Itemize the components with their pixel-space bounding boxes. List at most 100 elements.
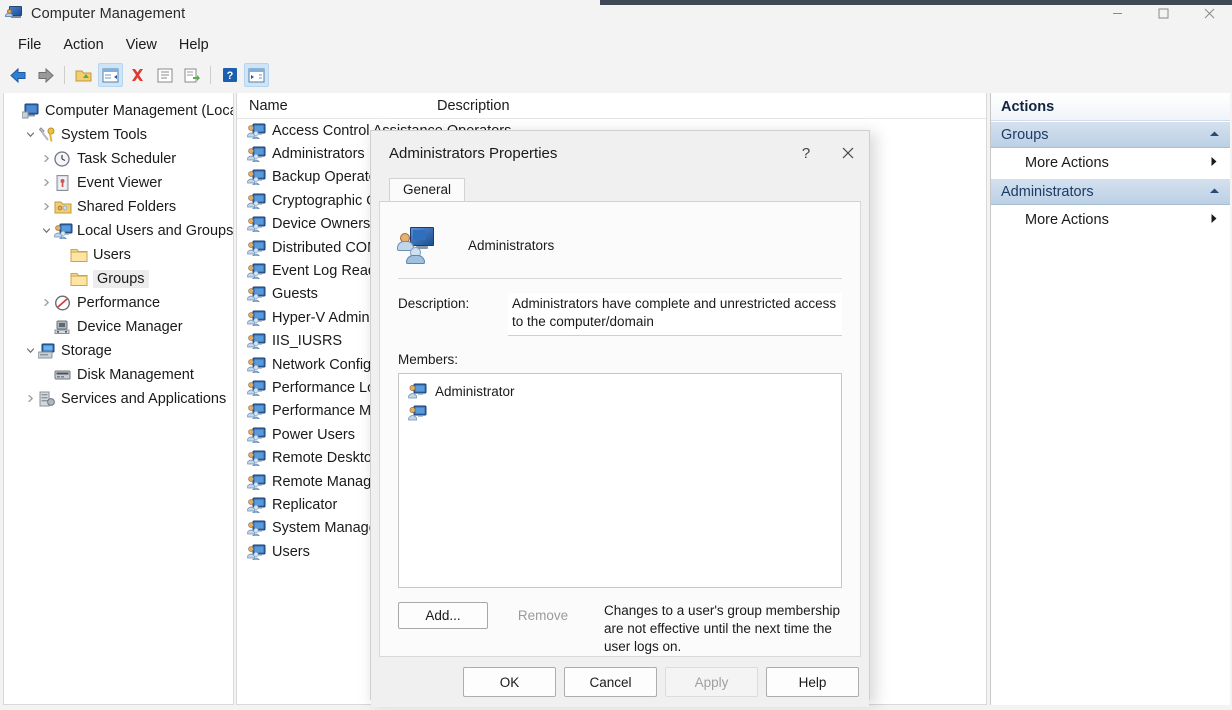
svg-text:?: ?: [226, 70, 233, 82]
ok-button[interactable]: OK: [463, 667, 556, 697]
tree-item-task-scheduler[interactable]: Task Scheduler: [4, 147, 233, 171]
up-one-level-button[interactable]: [71, 63, 96, 87]
menu-file[interactable]: File: [7, 35, 52, 55]
forward-button[interactable]: [33, 63, 58, 87]
show-hide-console-tree-button[interactable]: [98, 63, 123, 87]
dialog-title: Administrators Properties: [389, 145, 785, 162]
group-large-icon: [398, 225, 440, 265]
event-viewer-icon: [54, 175, 72, 191]
tree-item-computer-management-local[interactable]: Computer Management (Local): [4, 99, 233, 123]
console-tree: Computer Management (Local) System Tools T…: [4, 93, 233, 411]
dialog-footer: OK Cancel Apply Help: [371, 657, 869, 707]
chevron-up-icon[interactable]: [1209, 187, 1220, 197]
properties-button[interactable]: [152, 63, 177, 87]
tree-item-label: Users: [93, 247, 131, 264]
tree-item-performance[interactable]: Performance: [4, 291, 233, 315]
group-icon: [247, 520, 266, 536]
computer-icon: [22, 103, 40, 119]
member-name: Administrator: [435, 384, 515, 399]
members-listbox[interactable]: Administrator: [398, 373, 842, 588]
chevron-right-icon[interactable]: [38, 154, 54, 165]
tree-item-groups[interactable]: Groups: [4, 267, 233, 291]
chevron-right-icon[interactable]: [1210, 156, 1218, 170]
column-header-description[interactable]: Description: [437, 98, 510, 114]
tree-item-event-viewer[interactable]: Event Viewer: [4, 171, 233, 195]
storage-icon: [38, 343, 56, 359]
chevron-down-icon[interactable]: [22, 346, 38, 357]
menu-help[interactable]: Help: [168, 35, 220, 55]
back-button[interactable]: [6, 63, 31, 87]
dialog-title-bar: Administrators Properties ?: [371, 131, 869, 175]
tree-item-label: Computer Management (Local): [45, 103, 234, 120]
tree-item-system-tools[interactable]: System Tools: [4, 123, 233, 147]
tab-general[interactable]: General: [389, 178, 465, 201]
dialog-divider: [398, 278, 842, 279]
group-icon: [247, 146, 266, 162]
action-item-label: More Actions: [1025, 155, 1109, 171]
group-name-cell: Administrators: [272, 146, 365, 162]
maximize-button[interactable]: [1140, 0, 1186, 26]
group-name-cell: Users: [272, 544, 310, 560]
chevron-right-icon[interactable]: [1210, 213, 1218, 227]
actions-section-header-groups[interactable]: Groups: [991, 121, 1230, 148]
dialog-close-button[interactable]: [827, 137, 869, 169]
description-input[interactable]: Administrators have complete and unrestr…: [508, 293, 842, 336]
group-icon: [247, 193, 266, 209]
action-item-more-actions[interactable]: More Actions: [991, 148, 1230, 178]
group-icon: [247, 474, 266, 490]
tree-item-storage[interactable]: Storage: [4, 339, 233, 363]
export-list-button[interactable]: [179, 63, 204, 87]
group-icon: [247, 169, 266, 185]
column-header-name[interactable]: Name: [237, 98, 437, 114]
device-manager-icon: [54, 319, 72, 335]
group-icon: [247, 216, 266, 232]
group-name-cell: Device Owners: [272, 216, 370, 232]
add-button[interactable]: Add...: [398, 602, 488, 629]
show-hide-action-pane-button[interactable]: [244, 63, 269, 87]
chevron-down-icon[interactable]: [38, 226, 54, 237]
description-label: Description:: [398, 293, 508, 311]
cancel-button[interactable]: Cancel: [564, 667, 657, 697]
minimize-button[interactable]: [1094, 0, 1140, 26]
close-button[interactable]: [1186, 0, 1232, 26]
actions-pane: Actions GroupsMore ActionsAdministrators…: [990, 93, 1230, 705]
chevron-right-icon[interactable]: [38, 202, 54, 213]
tree-item-disk-management[interactable]: Disk Management: [4, 363, 233, 387]
tree-item-label: Shared Folders: [77, 199, 176, 216]
actions-sections: GroupsMore ActionsAdministratorsMore Act…: [991, 121, 1230, 235]
action-item-more-actions[interactable]: More Actions: [991, 205, 1230, 235]
tree-item-users[interactable]: Users: [4, 243, 233, 267]
actions-section-title: Groups: [1001, 127, 1049, 143]
tree-item-local-users-and-groups[interactable]: Local Users and Groups: [4, 219, 233, 243]
help-button[interactable]: ?: [217, 63, 242, 87]
chevron-down-icon[interactable]: [22, 130, 38, 141]
tree-item-shared-folders[interactable]: Shared Folders: [4, 195, 233, 219]
group-header: Administrators: [398, 216, 842, 274]
chevron-right-icon[interactable]: [38, 298, 54, 309]
chevron-up-icon[interactable]: [1209, 130, 1220, 140]
toolbar: ?: [0, 60, 1232, 90]
tree-item-device-manager[interactable]: Device Manager: [4, 315, 233, 339]
actions-pane-title: Actions: [991, 93, 1230, 121]
group-name-label: Administrators: [468, 238, 554, 253]
help-button-dialog[interactable]: Help: [766, 667, 859, 697]
title-bar: Computer Management: [0, 0, 1232, 26]
delete-button[interactable]: [125, 63, 150, 87]
menu-action[interactable]: Action: [52, 35, 114, 55]
group-icon: [247, 497, 266, 513]
chevron-right-icon[interactable]: [38, 178, 54, 189]
tree-item-label: Task Scheduler: [77, 151, 176, 168]
member-list-item[interactable]: [399, 402, 841, 424]
group-name-cell: Guests: [272, 286, 318, 302]
window-title: Computer Management: [31, 5, 185, 22]
member-list-item[interactable]: Administrator: [399, 380, 841, 402]
menu-view[interactable]: View: [115, 35, 168, 55]
tree-item-label: Storage: [61, 343, 112, 360]
members-label: Members:: [398, 352, 842, 367]
group-name-cell: Power Users: [272, 427, 355, 443]
group-icon: [247, 544, 266, 560]
tree-item-services-and-applications[interactable]: Services and Applications: [4, 387, 233, 411]
actions-section-header-administrators[interactable]: Administrators: [991, 178, 1230, 205]
chevron-right-icon[interactable]: [22, 394, 38, 405]
dialog-help-button[interactable]: ?: [785, 137, 827, 169]
